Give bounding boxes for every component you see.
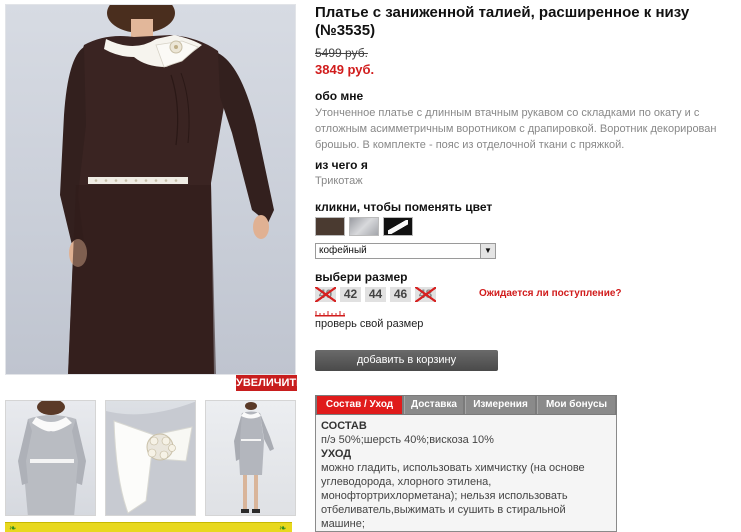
- thumbnail-front-grey[interactable]: [5, 400, 96, 516]
- color-swatch-black[interactable]: [383, 217, 413, 236]
- tab-delivery[interactable]: Доставка: [404, 396, 463, 414]
- material-heading: из чего я: [315, 158, 368, 172]
- tab-panel-composition: СОСТАВ п/э 50%;шерсть 40%;вискоза 10% УХ…: [315, 415, 617, 532]
- product-title: Платье с заниженной талией, расширенное …: [315, 4, 690, 39]
- size-option-48[interactable]: 48: [415, 287, 436, 302]
- leaf-icon: ❧: [9, 523, 17, 532]
- size-option-46[interactable]: 46: [390, 287, 411, 302]
- color-swatch-coffee[interactable]: [315, 217, 345, 236]
- info-tabs: Состав / Уход Доставка Измерения Мои бон…: [315, 395, 617, 415]
- check-size-link[interactable]: проверь свой размер: [315, 318, 423, 330]
- color-heading: кликни, чтобы поменять цвет: [315, 200, 493, 214]
- about-description: Утонченное платье с длинным втачным рука…: [315, 107, 717, 151]
- tab-my-bonuses[interactable]: Мои бонусы: [537, 396, 615, 414]
- thumbnail-full-grey[interactable]: [205, 400, 296, 516]
- about-heading: обо мне: [315, 89, 364, 103]
- thumbnail-brooch-detail[interactable]: [105, 400, 196, 516]
- thumb-dress-grey-illustration: [18, 401, 86, 515]
- leaf-icon: ❧: [279, 523, 287, 532]
- thumb-brooch-illustration: [106, 401, 195, 515]
- zoom-button[interactable]: УВЕЛИЧИТЬ: [236, 375, 304, 391]
- tab-measurements[interactable]: Измерения: [465, 396, 535, 414]
- restock-inquiry-link[interactable]: Ожидается ли поступление?: [479, 288, 622, 299]
- color-swatch-grey[interactable]: [349, 217, 379, 236]
- composition-heading: СОСТАВ: [321, 420, 367, 432]
- size-option-44[interactable]: 44: [365, 287, 386, 302]
- dress-photo-illustration: [60, 5, 274, 374]
- thumb-full-grey-illustration: [234, 402, 274, 513]
- current-price: 3849 руб.: [315, 62, 375, 77]
- old-price: 5499 руб.: [315, 46, 368, 60]
- tab-composition-care[interactable]: Состав / Уход: [317, 396, 402, 414]
- dropdown-arrow-icon[interactable]: ▼: [480, 244, 495, 258]
- promo-banner-strip: ❧ ❧: [5, 522, 292, 532]
- material-value: Трикотаж: [315, 175, 363, 187]
- size-option-42[interactable]: 42: [340, 287, 361, 302]
- main-product-photo[interactable]: [5, 4, 296, 375]
- size-heading: выбери размер: [315, 270, 408, 284]
- add-to-cart-button[interactable]: добавить в корзину: [315, 350, 498, 371]
- size-option-40[interactable]: 40: [315, 287, 336, 302]
- composition-value: п/э 50%;шерсть 40%;вискоза 10%: [321, 434, 494, 446]
- care-text: можно гладить, использовать химчистку (н…: [321, 462, 585, 530]
- color-select[interactable]: кофейный ▼: [315, 243, 496, 259]
- ruler-icon: [315, 311, 345, 317]
- care-heading: УХОД: [321, 448, 352, 460]
- color-select-value: кофейный: [319, 245, 367, 256]
